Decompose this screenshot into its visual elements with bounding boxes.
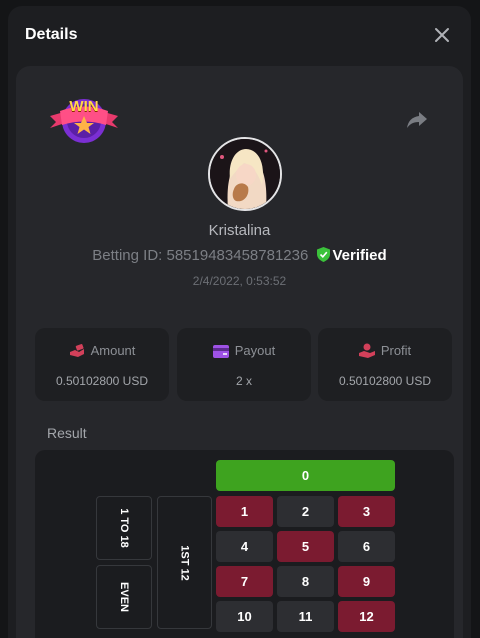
side-bet-low: 1 TO 18	[96, 496, 152, 560]
number-cell-12: 12	[338, 601, 395, 632]
number-cell-2: 2	[277, 496, 334, 527]
number-cell-4: 4	[216, 531, 273, 562]
number-cell-5: 5	[277, 531, 334, 562]
betting-id-value: 58519483458781236	[166, 247, 309, 264]
roulette-board: 0 1 TO 18 EVEN 1ST 12 1 2 3 4 5 6 7 8 9 10 11 12	[35, 450, 454, 638]
player-name: Kristalina	[208, 222, 271, 239]
wallet-card-icon	[212, 345, 229, 358]
side-bet-even: EVEN	[96, 565, 152, 629]
win-badge-text: WIN	[69, 98, 99, 115]
modal-title: Details	[25, 26, 78, 43]
stat-profit: Profit 0.50102800 USD	[318, 328, 452, 401]
betting-id-label: Betting ID:	[92, 247, 163, 264]
dozen-bet: 1ST 12	[157, 496, 212, 629]
betting-id-row: Betting ID: 58519483458781236 Verified	[16, 247, 463, 264]
number-cell-11: 11	[277, 601, 334, 632]
number-cell-10: 10	[216, 601, 273, 632]
stat-profit-value: 0.50102800 USD	[338, 374, 432, 388]
number-cell-3: 3	[338, 496, 395, 527]
stat-payout-label: Payout	[234, 343, 276, 358]
share-arrow-icon[interactable]	[405, 110, 429, 130]
number-cell-7: 7	[216, 566, 273, 597]
verified-badge: Verified	[316, 247, 387, 264]
win-badge: WIN	[48, 94, 120, 148]
shield-check-icon	[316, 247, 330, 262]
hand-coin-icon	[358, 343, 375, 358]
avatar	[208, 137, 282, 211]
stat-payout-value: 2 x	[235, 374, 252, 388]
stat-profit-label: Profit	[380, 343, 412, 358]
number-cell-8: 8	[277, 566, 334, 597]
number-cell-6: 6	[338, 531, 395, 562]
verified-label: Verified	[332, 247, 387, 264]
number-cell-1: 1	[216, 496, 273, 527]
stat-amount-value: 0.50102800 USD	[55, 374, 149, 388]
bet-details-modal: Details WIN Kristalina Betting ID: 58519…	[8, 6, 471, 638]
bet-card: WIN Kristalina Betting ID: 5851948345878…	[16, 66, 463, 638]
number-cell-zero: 0	[216, 460, 395, 491]
result-label: Result	[47, 425, 87, 441]
stat-amount-label: Amount	[90, 343, 136, 358]
bet-timestamp: 2/4/2022, 0:53:52	[192, 274, 287, 288]
stat-payout: Payout 2 x	[177, 328, 311, 401]
money-hand-icon	[69, 344, 84, 357]
number-cell-9: 9	[338, 566, 395, 597]
close-icon[interactable]	[433, 26, 451, 44]
stat-amount: Amount 0.50102800 USD	[35, 328, 169, 401]
